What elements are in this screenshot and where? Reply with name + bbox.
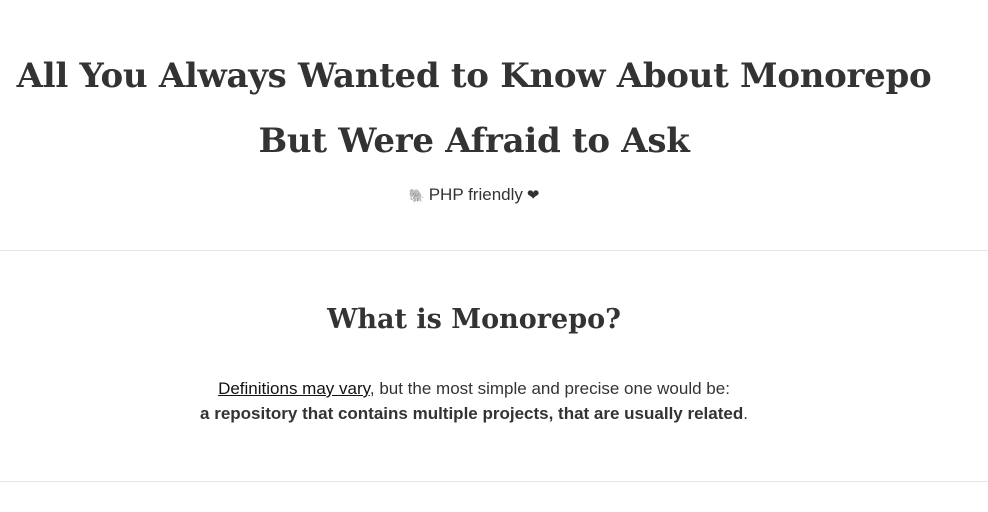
definitions-link[interactable]: Definitions may vary (218, 379, 370, 398)
page-title-line-1: All You Always Wanted to Know About Mono… (16, 56, 932, 96)
subtitle-text: PHP friendly (428, 185, 523, 204)
section-title: What is Monorepo? (327, 304, 621, 335)
definition-intro-line: Definitions may vary, but the most simpl… (0, 376, 948, 401)
section-divider-top (0, 250, 988, 251)
elephant-icon: 🐘 (408, 188, 425, 203)
what-is-monorepo-section: What is Monorepo? Definitions may vary, … (0, 300, 948, 426)
section-divider-bottom (0, 481, 988, 482)
hero-section: All You Always Wanted to Know About Mono… (0, 0, 948, 207)
page-title: All You Always Wanted to Know About Mono… (0, 0, 948, 174)
subtitle: 🐘 PHP friendly ❤ (0, 184, 948, 207)
page-title-line-2: But Were Afraid to Ask (258, 121, 690, 161)
definition-intro-text: , but the most simple and precise one wo… (369, 379, 730, 398)
definition-line: a repository that contains multiple proj… (0, 401, 948, 426)
definition-text: a repository that contains multiple proj… (200, 404, 744, 423)
heart-icon: ❤ (526, 187, 540, 204)
definition-period: . (743, 404, 748, 423)
section-body: Definitions may vary, but the most simpl… (0, 376, 948, 426)
